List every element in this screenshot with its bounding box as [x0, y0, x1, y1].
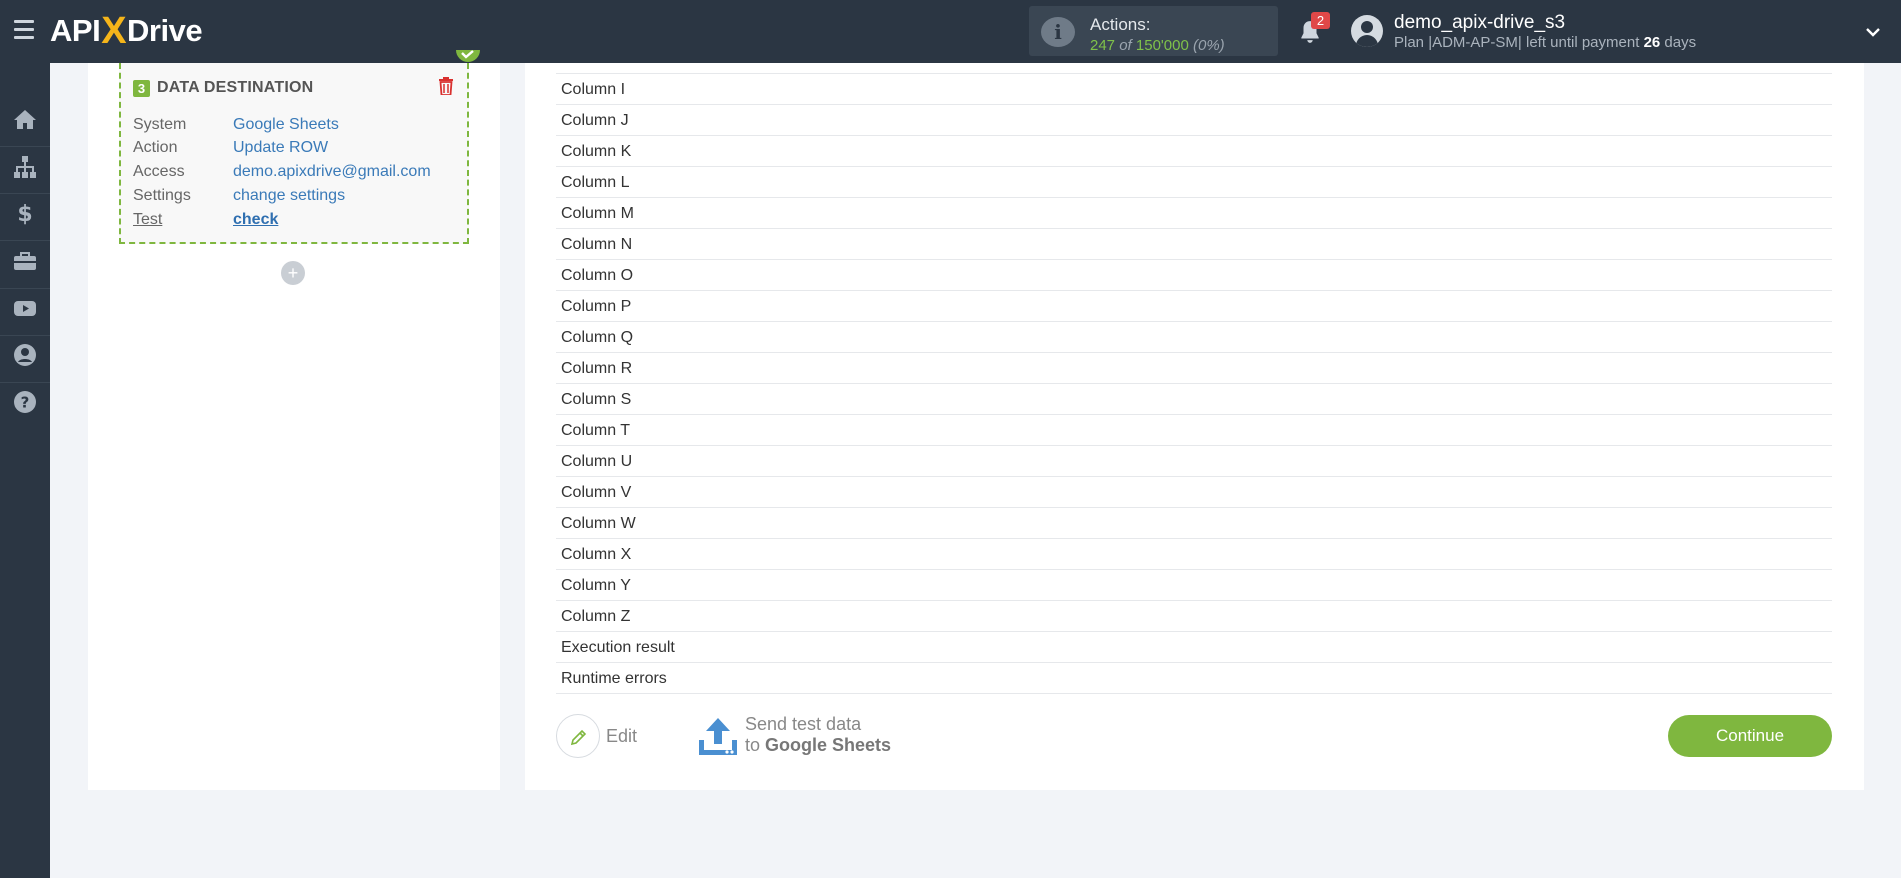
field-row: Column S [556, 384, 1832, 415]
system-value[interactable]: Google Sheets [233, 116, 339, 134]
sitemap-icon[interactable] [12, 154, 38, 180]
svg-text:?: ? [21, 394, 30, 412]
field-row: Column P [556, 291, 1832, 322]
top-bar: API X Drive i Actions: 247 of 150'000 (0%)… [0, 0, 1901, 63]
field-row: Execution result [556, 632, 1832, 663]
field-row: Column V [556, 477, 1832, 508]
chevron-down-icon[interactable] [1865, 24, 1881, 40]
upload-icon[interactable] [697, 716, 739, 758]
user-plan: Plan |ADM-AP-SM| left until payment 26 d… [1394, 34, 1697, 51]
pencil-icon [570, 729, 587, 746]
field-row: Column M [556, 198, 1832, 229]
access-value[interactable]: demo.apixdrive@gmail.com [233, 163, 431, 181]
user-name[interactable]: demo_apix-drive_s3 [1394, 12, 1565, 34]
destination-title: DATA DESTINATION [157, 79, 314, 96]
send-test-data-label[interactable]: Send test data [745, 714, 861, 735]
actions-label: Actions: [1090, 15, 1151, 34]
svg-text:$: $ [17, 202, 32, 226]
add-step-button[interactable]: + [281, 261, 305, 285]
field-row: Column Y [556, 570, 1832, 601]
field-row: Column O [556, 260, 1832, 291]
edit-label[interactable]: Edit [606, 726, 637, 747]
home-icon[interactable] [12, 107, 38, 133]
avatar[interactable] [1351, 15, 1383, 47]
settings-link[interactable]: change settings [233, 187, 345, 205]
field-row: Column X [556, 539, 1832, 570]
logo-x: X [101, 9, 127, 52]
logo[interactable]: API X Drive [50, 9, 203, 52]
check-link[interactable]: check [233, 211, 278, 229]
action-value[interactable]: Update ROW [233, 139, 328, 157]
field-row: Column U [556, 446, 1832, 477]
field-row: Column K [556, 136, 1832, 167]
help-icon[interactable]: ? [12, 389, 38, 415]
field-row: Column L [556, 167, 1832, 198]
field-row: Column Z [556, 601, 1832, 632]
field-row: Column W [556, 508, 1832, 539]
dollar-icon[interactable]: $ [12, 200, 38, 226]
field-row: Column Q [556, 322, 1832, 353]
field-list: Column I Column J Column K Column L Column M… [556, 73, 1832, 694]
sidebar: $ ? [0, 63, 50, 878]
menu-icon[interactable] [14, 20, 34, 42]
field-row: Column T [556, 415, 1832, 446]
youtube-icon[interactable] [12, 295, 38, 321]
user-circle-icon[interactable] [12, 342, 38, 368]
info-icon: i [1041, 17, 1075, 47]
step-number: 3 [133, 79, 150, 97]
send-target-label[interactable]: to Google Sheets [745, 735, 891, 756]
logo-text-left: API [50, 13, 101, 48]
field-row: Column J [556, 105, 1832, 136]
logo-text-right: Drive [127, 13, 203, 48]
field-row: Column N [556, 229, 1832, 260]
continue-button[interactable]: Continue [1668, 715, 1832, 757]
check-circle-icon [456, 50, 480, 62]
edit-button[interactable] [556, 714, 600, 758]
trash-icon[interactable] [438, 77, 454, 95]
destination-header: 3 DATA DESTINATION [133, 78, 313, 98]
actions-count: 247 of 150'000 (0%) [1090, 37, 1225, 54]
field-row: Column R [556, 353, 1832, 384]
actions-counter: i Actions: 247 of 150'000 (0%) [1029, 6, 1278, 56]
field-row: Column I [556, 74, 1832, 105]
briefcase-icon[interactable] [12, 248, 38, 274]
field-row: Runtime errors [556, 663, 1832, 694]
notification-badge: 2 [1311, 12, 1330, 29]
